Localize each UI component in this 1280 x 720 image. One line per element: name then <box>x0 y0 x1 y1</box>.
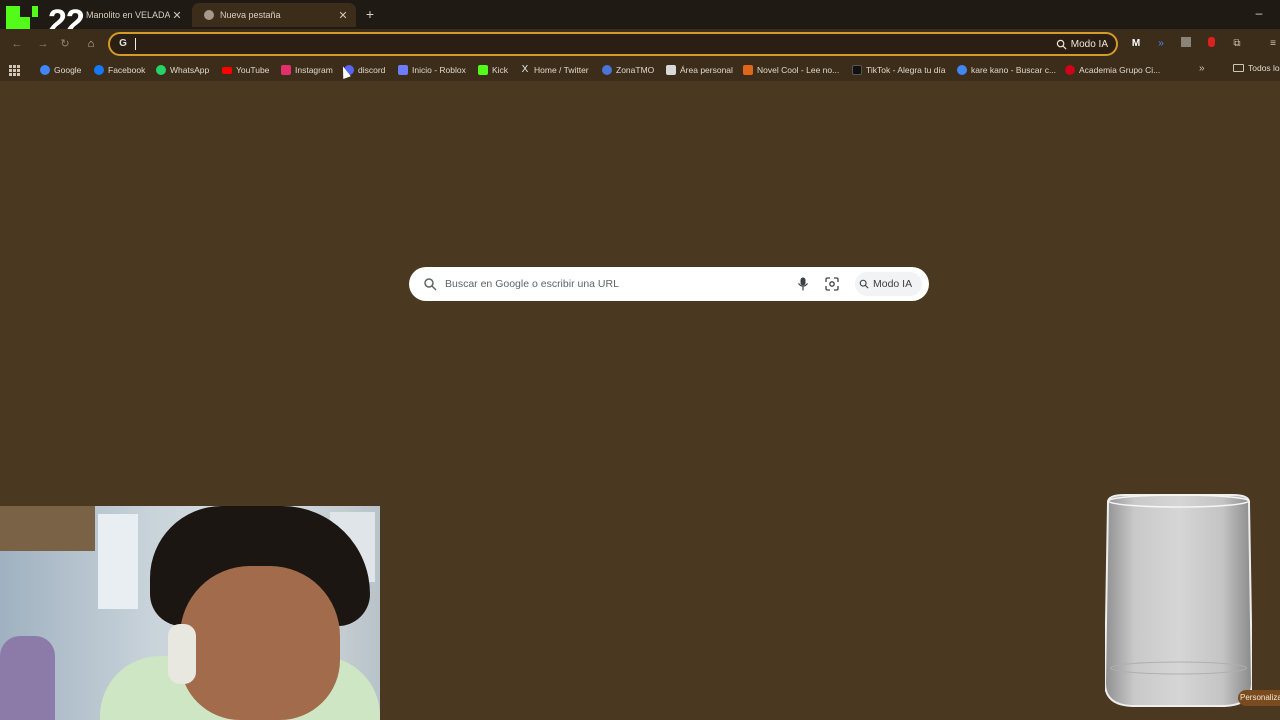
chevron-double-right-icon[interactable]: » <box>1199 63 1205 74</box>
text-caret <box>135 38 136 50</box>
bookmark-youtube[interactable]: YouTube <box>222 63 269 77</box>
bookmark-area-personal[interactable]: Área personal <box>666 63 733 77</box>
record-extension-icon[interactable] <box>1204 37 1218 51</box>
bookmark-zonatmo[interactable]: ZonaTMO <box>602 63 654 77</box>
apps-grid-icon[interactable] <box>9 65 20 76</box>
new-tab-button[interactable]: + <box>362 4 378 24</box>
google-lens-icon[interactable] <box>825 277 839 291</box>
bookmark-label: YouTube <box>236 65 270 75</box>
bookmark-label: Home / Twitter <box>534 65 589 75</box>
extension-icon[interactable] <box>1179 37 1193 51</box>
toolbar: ← → ↻ ⌂ G Modo IA <box>0 29 1280 59</box>
all-bookmarks-folder[interactable]: Todos los <box>1233 63 1280 73</box>
forward-icon[interactable]: → <box>36 37 50 51</box>
address-bar[interactable]: G Modo IA <box>108 32 1118 56</box>
tab-strip: Manolito en VELADA A ✕ Nueva pestaña ✕ +… <box>0 0 1280 29</box>
bookmark-kare-kano[interactable]: kare kano - Buscar c... <box>957 63 1056 77</box>
back-icon[interactable]: ← <box>10 37 24 51</box>
translate-extension-icon[interactable]: » <box>1154 37 1168 51</box>
tab-title: Manolito en VELADA A <box>86 10 170 20</box>
tab-new-tab[interactable]: Nueva pestaña ✕ <box>192 3 356 27</box>
bookmark-novelcool[interactable]: Novel Cool - Lee no... <box>743 63 839 77</box>
search-sparkle-icon <box>1056 39 1067 50</box>
bookmark-label: Área personal <box>680 65 733 75</box>
tab-velada[interactable]: Manolito en VELADA A ✕ <box>78 3 190 27</box>
bookmark-label: WhatsApp <box>170 65 210 75</box>
bookmark-academia[interactable]: Academia Grupo Ci... <box>1065 63 1160 77</box>
microphone-icon[interactable] <box>797 277 809 291</box>
bookmark-label: Instagram <box>295 65 333 75</box>
folder-icon <box>1233 64 1244 72</box>
bookmark-tiktok[interactable]: TikTok - Alegra tu día <box>852 63 946 77</box>
modo-ia-button[interactable]: Modo IA <box>855 272 923 296</box>
bookmark-label: Google <box>54 65 82 75</box>
bookmark-label: ZonaTMO <box>616 65 655 75</box>
bookmark-whatsapp[interactable]: WhatsApp <box>156 63 209 77</box>
tab-title: Nueva pestaña <box>220 10 281 20</box>
menu-icon[interactable]: ≡ <box>1266 37 1280 51</box>
bookmark-roblox[interactable]: Inicio - Roblox <box>398 63 466 77</box>
glass-overlay-image <box>1105 494 1252 707</box>
folder-label: Todos los <box>1248 63 1280 73</box>
chrome-icon <box>204 10 214 20</box>
bookmark-label: Facebook <box>108 65 146 75</box>
bookmark-label: discord <box>358 65 386 75</box>
bookmark-label: Kick <box>492 65 509 75</box>
close-icon[interactable]: ✕ <box>336 9 350 22</box>
search-sparkle-icon <box>859 279 869 289</box>
bookmark-google[interactable]: Google <box>40 63 81 77</box>
bookmark-label: Novel Cool - Lee no... <box>757 65 840 75</box>
bookmarks-bar: Google Facebook WhatsApp YouTube Instagr… <box>0 59 1280 81</box>
modo-ia-button[interactable]: Modo IA <box>1056 36 1108 52</box>
home-icon[interactable]: ⌂ <box>84 37 98 51</box>
bookmark-label: TikTok - Alegra tu día <box>866 65 946 75</box>
personaliza-button[interactable]: Personaliza <box>1238 690 1280 706</box>
bookmark-kick[interactable]: Kick <box>478 63 508 77</box>
reload-icon[interactable]: ↻ <box>58 37 72 51</box>
close-icon[interactable]: ✕ <box>170 9 184 22</box>
puzzle-icon[interactable]: ⧉ <box>1230 37 1244 51</box>
bookmark-facebook[interactable]: Facebook <box>94 63 145 77</box>
bookmark-label: Academia Grupo Ci... <box>1079 65 1161 75</box>
search-icon <box>424 278 437 291</box>
modo-ia-label: Modo IA <box>1070 38 1108 50</box>
bookmark-label: Inicio - Roblox <box>412 65 466 75</box>
bookmark-instagram[interactable]: Instagram <box>281 63 333 77</box>
webcam-feed <box>0 506 380 720</box>
gmail-extension-icon[interactable]: M <box>1129 37 1143 51</box>
google-search-box[interactable]: Buscar en Google o escribir una URL Modo… <box>409 267 929 301</box>
google-icon: G <box>119 38 127 49</box>
search-placeholder: Buscar en Google o escribir una URL <box>445 278 619 290</box>
modo-ia-label: Modo IA <box>873 278 913 290</box>
minimize-button[interactable]: – <box>1253 6 1265 20</box>
bookmark-twitter[interactable]: X Home / Twitter <box>520 63 589 77</box>
bookmark-label: kare kano - Buscar c... <box>971 65 1057 75</box>
